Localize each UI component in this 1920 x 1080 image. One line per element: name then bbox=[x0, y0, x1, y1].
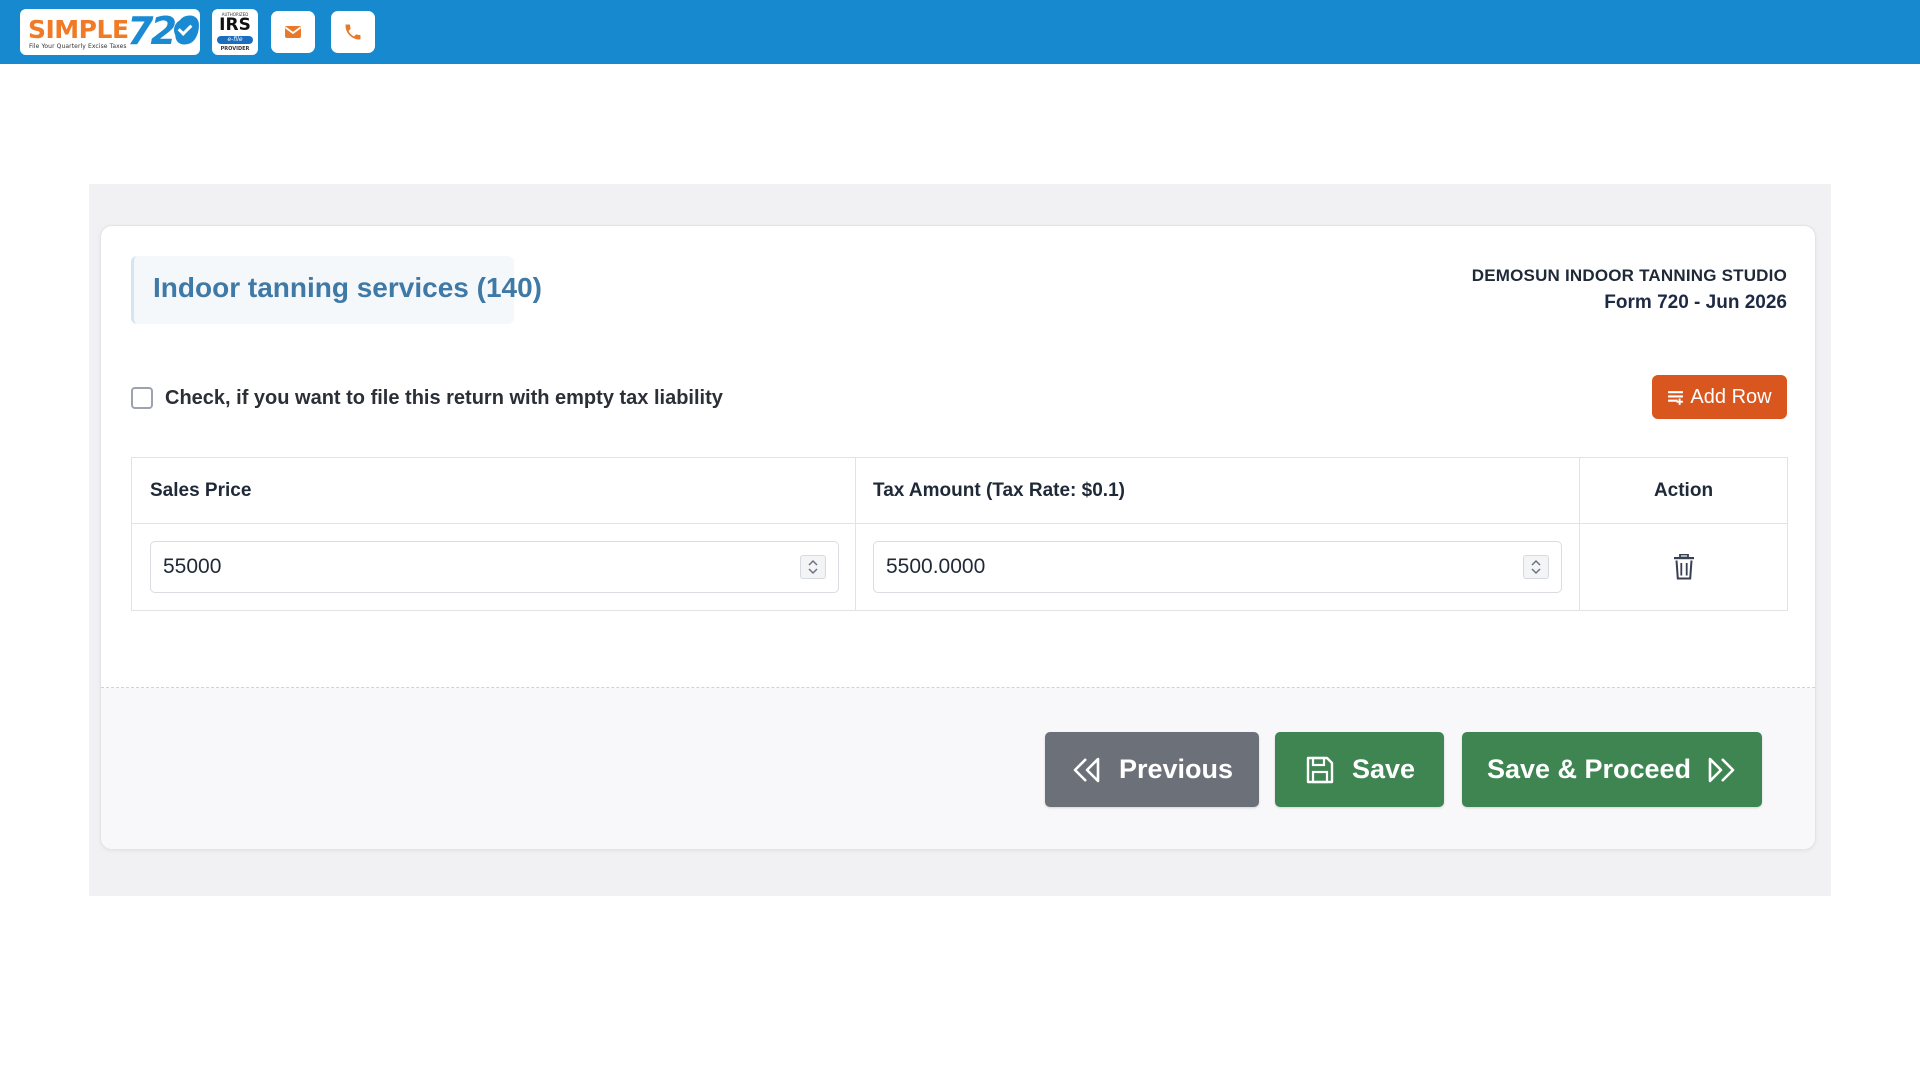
save-button[interactable]: Save bbox=[1275, 732, 1444, 807]
header-action: Action bbox=[1653, 480, 1714, 501]
envelope-icon bbox=[284, 26, 302, 38]
double-chevron-left-icon bbox=[1073, 757, 1100, 782]
column-divider bbox=[855, 458, 856, 610]
save-proceed-button[interactable]: Save & Proceed bbox=[1462, 732, 1762, 807]
empty-liability-checkbox[interactable] bbox=[131, 387, 153, 409]
save-label: Save bbox=[1351, 754, 1416, 784]
irs-badge-bottom: PROVIDER bbox=[220, 46, 250, 52]
form-period: Form 720 - Jun 2026 bbox=[1604, 292, 1787, 313]
header-tax-amount: Tax Amount (Tax Rate: $0.1) bbox=[873, 480, 1125, 501]
sales-price-input[interactable]: 55000 bbox=[150, 541, 839, 593]
irs-badge-band: e-file bbox=[217, 36, 253, 44]
column-divider bbox=[1579, 458, 1580, 610]
tax-amount-value: 5500.0000 bbox=[886, 555, 986, 578]
page-title: Indoor tanning services (140) bbox=[153, 272, 542, 303]
previous-label: Previous bbox=[1118, 754, 1234, 784]
trash-icon[interactable] bbox=[1672, 554, 1696, 580]
form-card: Indoor tanning services (140) DEMOSUN IN… bbox=[100, 225, 1816, 850]
add-row-icon bbox=[1668, 390, 1684, 405]
logo-check-icon bbox=[174, 19, 196, 41]
double-chevron-right-icon bbox=[1708, 757, 1735, 782]
company-name: DEMOSUN INDOOR TANNING STUDIO bbox=[1471, 266, 1787, 285]
sales-price-value: 55000 bbox=[163, 555, 222, 578]
empty-liability-row: Check, if you want to file this return w… bbox=[131, 383, 723, 413]
phone-button[interactable] bbox=[331, 11, 375, 53]
tax-amount-input[interactable]: 5500.0000 bbox=[873, 541, 1562, 593]
irs-badge-main: IRS bbox=[219, 15, 251, 35]
phone-icon bbox=[345, 24, 361, 40]
save-proceed-label: Save & Proceed bbox=[1486, 754, 1692, 784]
add-row-label: Add Row bbox=[1690, 385, 1772, 408]
empty-liability-label[interactable]: Check, if you want to file this return w… bbox=[165, 387, 723, 410]
header-divider bbox=[132, 523, 1787, 524]
floppy-disk-icon bbox=[1306, 756, 1334, 783]
previous-button[interactable]: Previous bbox=[1045, 732, 1259, 807]
stepper-arrows-icon bbox=[1531, 559, 1541, 575]
irs-efile-badge: AUTHORIZED IRS e-file PROVIDER bbox=[212, 9, 258, 55]
email-button[interactable] bbox=[271, 11, 315, 53]
add-row-button[interactable]: Add Row bbox=[1652, 375, 1787, 419]
section-title-box: Indoor tanning services (140) bbox=[131, 256, 542, 324]
logo-tagline: File Your Quarterly Excise Taxes bbox=[29, 43, 127, 50]
tax-table: Sales Price Tax Amount (Tax Rate: $0.1) … bbox=[131, 457, 1788, 611]
header-sales-price: Sales Price bbox=[150, 480, 252, 501]
stepper-arrows-icon bbox=[808, 559, 818, 575]
logo-word: SIMPLE bbox=[28, 15, 129, 44]
sales-price-stepper[interactable] bbox=[800, 555, 826, 579]
simple720-logo[interactable]: SIMPLE 720 File Your Quarterly Excise Ta… bbox=[20, 9, 200, 55]
tax-amount-stepper[interactable] bbox=[1523, 555, 1549, 579]
top-bar: SIMPLE 720 File Your Quarterly Excise Ta… bbox=[0, 0, 1920, 64]
